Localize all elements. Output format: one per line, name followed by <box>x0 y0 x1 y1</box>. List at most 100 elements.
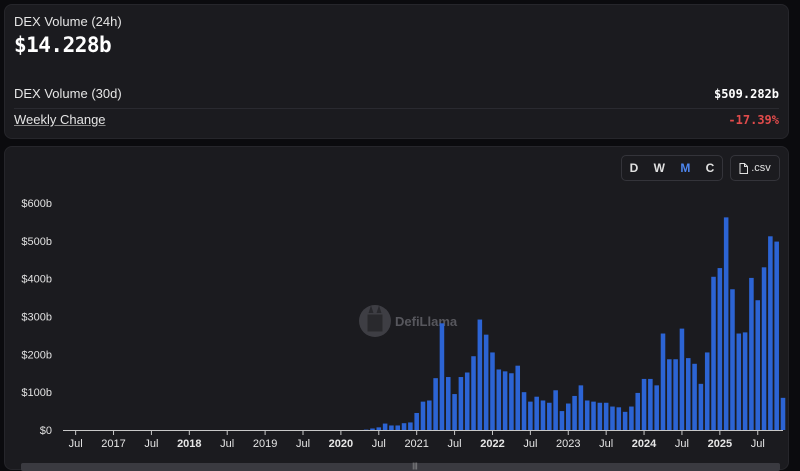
x-tick-label: Jul <box>751 438 765 450</box>
bar-2021-05[interactable] <box>439 323 445 430</box>
bar-2022-12[interactable] <box>559 411 565 430</box>
bar-2024-04[interactable] <box>660 333 666 430</box>
y-tick-label: $300b <box>21 312 52 324</box>
bar-2020-08[interactable] <box>382 423 388 430</box>
bar-2021-07[interactable] <box>452 394 457 430</box>
bar-2025-10[interactable] <box>774 241 779 430</box>
bar-2020-06[interactable] <box>370 428 375 430</box>
bar-2023-09[interactable] <box>616 407 622 430</box>
bar-2022-06[interactable] <box>521 392 527 430</box>
x-tick-label: 2024 <box>632 438 657 450</box>
x-tick-label: Jul <box>372 438 386 450</box>
stats-divider <box>14 108 779 109</box>
bar-2024-09[interactable] <box>692 363 697 430</box>
bar-2022-08[interactable] <box>534 396 539 430</box>
bar-2025-04[interactable] <box>736 333 742 430</box>
bar-2025-08[interactable] <box>761 267 767 430</box>
bar-2025-02[interactable] <box>723 217 729 430</box>
y-tick-label: $500b <box>21 236 52 248</box>
bar-2024-08[interactable] <box>685 358 691 430</box>
bar-2022-02[interactable] <box>496 369 502 430</box>
bar-2023-11[interactable] <box>629 406 634 430</box>
x-tick-label: 2019 <box>253 438 277 450</box>
x-tick-label: 2022 <box>480 438 504 450</box>
y-tick-label: $100b <box>21 387 52 399</box>
bar-2022-05[interactable] <box>515 365 521 430</box>
bar-2024-02[interactable] <box>648 378 653 430</box>
bar-2023-07[interactable] <box>603 402 609 430</box>
volume-30d-label: DEX Volume (30d) <box>14 86 122 101</box>
bar-2021-12[interactable] <box>483 334 489 430</box>
bar-2020-07[interactable] <box>376 427 382 430</box>
x-tick-label: Jul <box>220 438 234 450</box>
y-tick-label: $400b <box>21 274 52 286</box>
bar-2021-01[interactable] <box>414 412 419 430</box>
x-tick-label: Jul <box>296 438 310 450</box>
bar-2021-02[interactable] <box>420 401 426 430</box>
bar-2023-10[interactable] <box>622 411 628 430</box>
bar-2021-03[interactable] <box>427 400 432 430</box>
bar-partial-current[interactable] <box>780 397 786 430</box>
x-axis: Jul 2017 Jul 2018 Jul 2019 Jul 2020 Jul 2021 Jul 20… <box>69 430 765 450</box>
bar-2021-10[interactable] <box>471 356 476 430</box>
volume-24h-label: DEX Volume (24h) <box>14 14 122 29</box>
bar-2022-11[interactable] <box>553 390 558 430</box>
bar-2025-06[interactable] <box>749 277 754 430</box>
x-tick-label: Jul <box>523 438 537 450</box>
x-tick-label: 2018 <box>177 438 201 450</box>
bar-2021-09[interactable] <box>464 372 470 430</box>
x-tick-label: 2020 <box>329 438 353 450</box>
bar-2022-03[interactable] <box>502 371 508 430</box>
bar-2025-01[interactable] <box>717 268 723 430</box>
weekly-change-value: -17.39% <box>728 113 779 127</box>
bar-2022-10[interactable] <box>547 402 552 430</box>
bar-2021-04[interactable] <box>433 378 438 430</box>
y-axis: $0 $100b $200b $300b $400b $500b $600b <box>21 198 52 437</box>
bar-2022-04[interactable] <box>509 373 514 430</box>
bar-2024-07[interactable] <box>679 328 685 430</box>
volume-24h-value: $14.228b <box>14 33 112 57</box>
dex-volume-chart: DefiLlama $0 $100b $200b $300b $400b $500b $60… <box>21 198 786 450</box>
bar-2024-11[interactable] <box>704 352 710 430</box>
bar-2024-03[interactable] <box>654 385 659 430</box>
bar-2025-03[interactable] <box>730 289 735 430</box>
bar-2023-04[interactable] <box>584 400 590 430</box>
x-tick-label: 2021 <box>404 438 428 450</box>
bar-2025-09[interactable] <box>768 236 773 430</box>
bar-2021-08[interactable] <box>458 377 464 430</box>
x-tick-label: Jul <box>599 438 613 450</box>
bar-2020-11[interactable] <box>401 423 407 430</box>
x-tick-label: Jul <box>69 438 83 450</box>
y-tick-label: $0 <box>40 425 52 437</box>
x-tick-label: 2025 <box>708 438 732 450</box>
x-tick-label: Jul <box>448 438 462 450</box>
bar-2020-12[interactable] <box>408 422 413 430</box>
bar-2024-12[interactable] <box>711 276 716 430</box>
bar-2025-07[interactable] <box>755 300 761 430</box>
bar-2020-09[interactable] <box>389 425 394 430</box>
bar-2024-01[interactable] <box>641 378 647 430</box>
weekly-change-label[interactable]: Weekly Change <box>14 112 106 127</box>
bar-2022-01[interactable] <box>490 352 495 430</box>
bar-2023-03[interactable] <box>578 385 584 430</box>
y-tick-label: $200b <box>21 349 52 361</box>
bar-2024-05[interactable] <box>667 359 672 430</box>
bar-2022-09[interactable] <box>540 400 546 430</box>
bar-2023-05[interactable] <box>591 401 596 430</box>
bar-2025-05[interactable] <box>742 332 748 430</box>
bar-2023-06[interactable] <box>597 402 603 430</box>
bar-2021-11[interactable] <box>477 319 483 430</box>
bar-2023-02[interactable] <box>572 395 577 430</box>
volume-30d-value: $509.282b <box>713 87 779 101</box>
bar-2022-07[interactable] <box>528 401 533 430</box>
bar-2023-12[interactable] <box>635 392 641 430</box>
bar-2023-08[interactable] <box>610 406 615 430</box>
chart-card: D W M C .csv DefiLlama $0 $100b $200b $300b… <box>4 146 789 471</box>
bar-2020-10[interactable] <box>395 425 401 430</box>
x-tick-label: Jul <box>144 438 158 450</box>
bar-2024-06[interactable] <box>673 359 678 430</box>
bar-2023-01[interactable] <box>565 403 571 430</box>
bar-2021-06[interactable] <box>445 377 451 430</box>
bar-2024-10[interactable] <box>698 383 704 430</box>
x-tick-label: 2023 <box>556 438 580 450</box>
